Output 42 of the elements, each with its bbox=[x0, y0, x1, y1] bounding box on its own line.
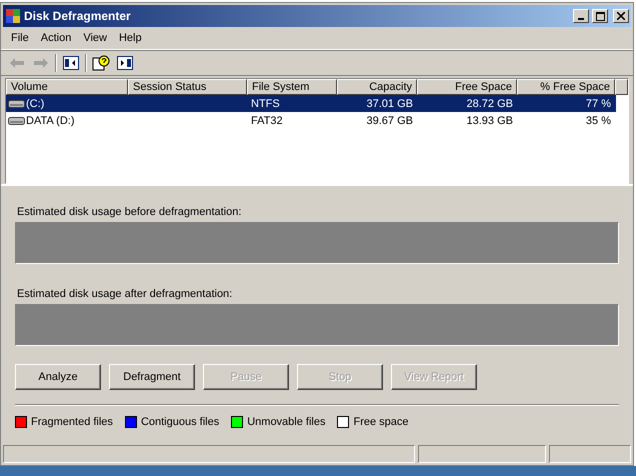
menu-item[interactable]: File bbox=[5, 32, 35, 44]
table-cell: 39.67 GB bbox=[366, 114, 413, 126]
pane-icon[interactable] bbox=[63, 56, 79, 70]
usage-label: Estimated disk usage after defragmentation: bbox=[17, 288, 234, 300]
legend-label: Free space bbox=[353, 416, 409, 428]
pane-icon[interactable] bbox=[117, 56, 133, 70]
volume-row[interactable]: (C:) NTFS 37.01 GB 28.72 GB 77 % bbox=[6, 95, 616, 112]
close-button[interactable] bbox=[613, 9, 629, 23]
menu-item[interactable]: Action bbox=[34, 32, 78, 44]
help-icon[interactable] bbox=[92, 55, 110, 71]
drive-icon bbox=[8, 116, 25, 126]
action-button[interactable]: Analyze bbox=[15, 364, 101, 390]
table-cell: NTFS bbox=[251, 98, 280, 110]
column-header[interactable]: Free Space bbox=[417, 79, 517, 95]
table-cell: FAT32 bbox=[251, 114, 283, 126]
table-cell: 37.01 GB bbox=[366, 98, 413, 110]
window-title: Disk Defragmenter bbox=[24, 9, 132, 23]
legend-label: Fragmented files bbox=[31, 416, 113, 428]
column-header[interactable]: Volume bbox=[6, 79, 128, 95]
drive-icon bbox=[8, 98, 25, 108]
column-header[interactable]: % Free Space bbox=[517, 79, 615, 95]
maximize-icon bbox=[596, 12, 604, 20]
table-cell: 13.93 GB bbox=[466, 114, 513, 126]
close-icon bbox=[617, 12, 625, 20]
action-button[interactable]: Defragment bbox=[109, 364, 195, 390]
table-cell: 77 % bbox=[586, 98, 611, 110]
legend-label: Contiguous files bbox=[140, 416, 220, 428]
app-icon bbox=[5, 8, 21, 24]
column-header[interactable]: File System bbox=[247, 79, 337, 95]
maximize-button[interactable] bbox=[592, 9, 608, 23]
table-cell: 35 % bbox=[586, 114, 611, 126]
table-cell: DATA (D:) bbox=[26, 114, 74, 126]
minimize-button[interactable] bbox=[573, 9, 589, 23]
menu-item[interactable]: View bbox=[77, 32, 113, 44]
column-header[interactable]: Capacity bbox=[337, 79, 417, 95]
volume-row[interactable]: DATA (D:) FAT32 39.67 GB 13.93 GB 35 % bbox=[6, 112, 616, 129]
column-header[interactable]: Session Status bbox=[128, 79, 247, 95]
legend-label: Unmovable files bbox=[247, 416, 326, 428]
table-cell: (C:) bbox=[26, 98, 44, 110]
menu-item[interactable]: Help bbox=[112, 32, 148, 44]
usage-label: Estimated disk usage before defragmentation: bbox=[17, 206, 242, 218]
table-cell: 28.72 GB bbox=[466, 98, 513, 110]
